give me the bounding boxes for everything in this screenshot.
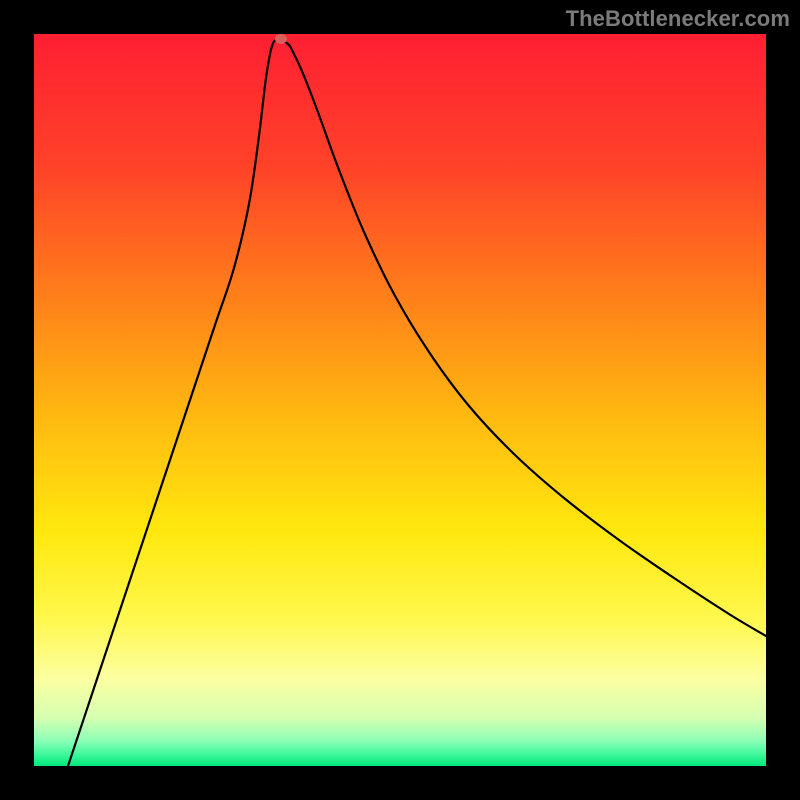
chart-frame: TheBottlenecker.com — [0, 0, 800, 800]
gradient-background — [34, 34, 766, 766]
plot-area — [34, 34, 766, 766]
attribution-label: TheBottlenecker.com — [566, 6, 790, 32]
plot-svg — [34, 34, 766, 766]
optimum-marker — [275, 34, 287, 44]
